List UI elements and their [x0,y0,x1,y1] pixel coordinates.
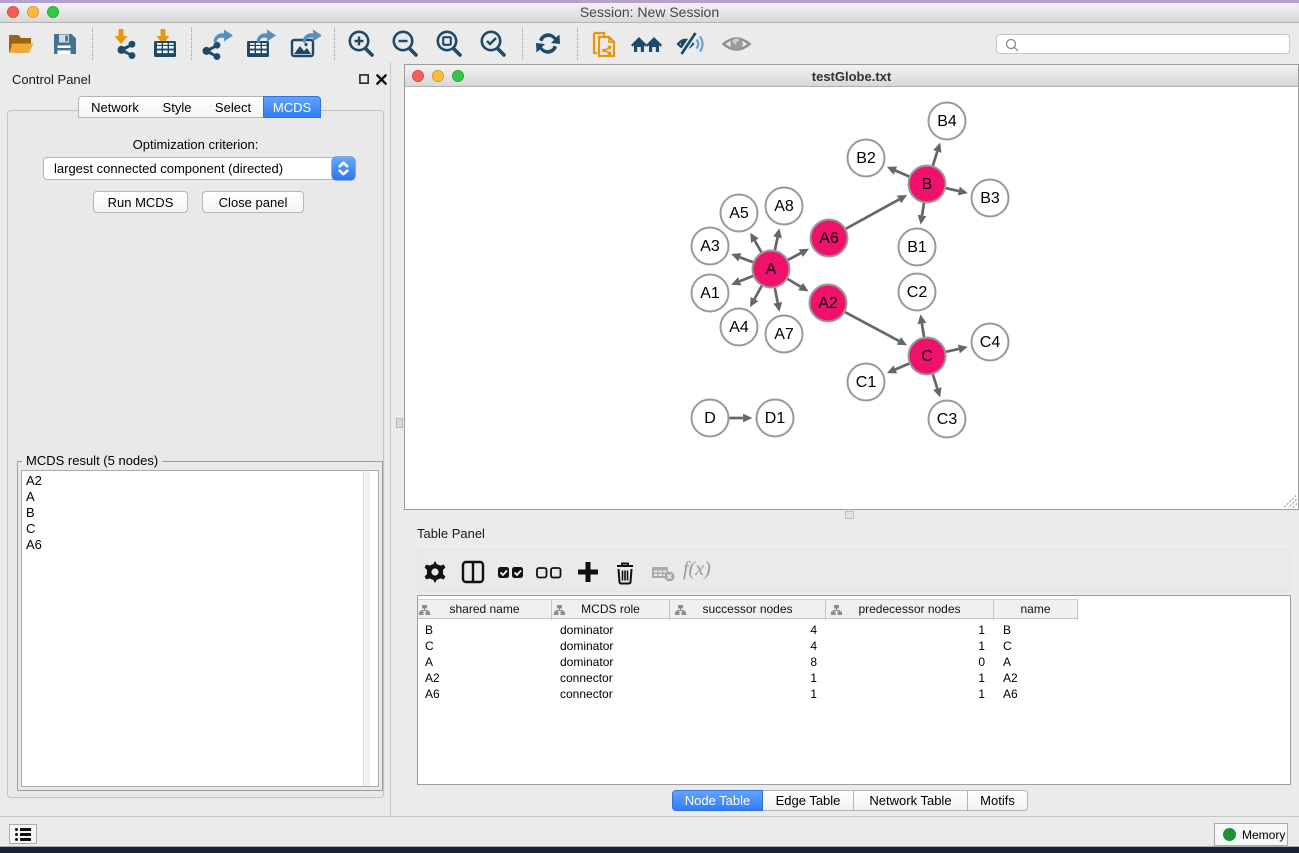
svg-text:C2: C2 [907,284,928,301]
svg-text:C1: C1 [856,374,877,391]
svg-text:A6: A6 [819,230,839,247]
svg-text:A3: A3 [700,238,720,255]
svg-text:C: C [921,348,933,365]
svg-text:A2: A2 [818,295,838,312]
svg-text:A: A [766,261,777,278]
svg-text:B1: B1 [907,239,927,256]
svg-text:A8: A8 [774,198,794,215]
svg-text:A1: A1 [700,285,720,302]
svg-text:B: B [922,176,933,193]
svg-text:C3: C3 [937,411,958,428]
svg-text:B3: B3 [980,190,1000,207]
svg-text:A7: A7 [774,326,794,343]
svg-text:D1: D1 [765,410,786,427]
svg-text:A4: A4 [729,319,749,336]
svg-text:B4: B4 [937,113,957,130]
svg-text:D: D [704,410,716,427]
svg-text:A5: A5 [729,205,749,222]
svg-text:B2: B2 [856,150,876,167]
svg-text:C4: C4 [980,334,1001,351]
